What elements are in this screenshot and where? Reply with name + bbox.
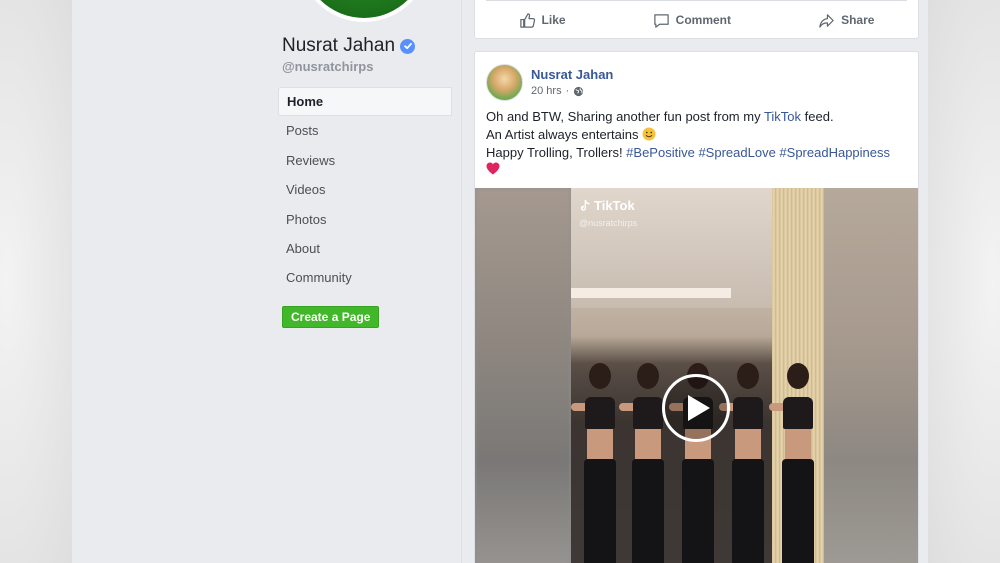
- page-name-text[interactable]: Nusrat Jahan: [282, 35, 395, 57]
- like-icon: [519, 12, 535, 28]
- comment-label: Comment: [675, 13, 731, 27]
- heart-emoji-icon: [486, 162, 500, 175]
- post-line-4: [486, 162, 911, 180]
- create-page-button[interactable]: Create a Page: [282, 306, 380, 328]
- post-video[interactable]: TikTok @nusratchirps: [475, 188, 918, 563]
- verified-badge-icon: [400, 38, 416, 54]
- nav-item-videos[interactable]: Videos: [278, 175, 452, 204]
- post-line-1: Oh and BTW, Sharing another fun post fro…: [486, 108, 911, 126]
- post-line-2-text: An Artist always entertains: [486, 127, 643, 142]
- page-nav: Home Posts Reviews Videos Photos About C…: [278, 87, 452, 293]
- hashtag-spreadlove[interactable]: #SpreadLove: [698, 145, 775, 160]
- dancer-figure: [571, 363, 623, 563]
- post-line-3-text: Happy Trolling, Trollers!: [486, 145, 627, 160]
- tiktok-handle: @nusratchirps: [579, 218, 638, 228]
- nav-item-posts[interactable]: Posts: [278, 116, 452, 145]
- page-background-right: [928, 0, 1000, 563]
- column-divider: [461, 0, 462, 563]
- previous-post-card: Like Comment Share: [474, 0, 919, 39]
- post-action-bar: Like Comment Share: [475, 5, 918, 35]
- video-blur-right: [824, 188, 918, 563]
- post-line-1-start: Oh and BTW, Sharing another fun post fro…: [486, 109, 764, 124]
- dancer-figure: [769, 363, 821, 563]
- post-timestamp[interactable]: 20 hrs: [531, 85, 562, 97]
- action-bar-separator: [486, 0, 907, 1]
- nav-item-photos[interactable]: Photos: [278, 205, 452, 234]
- share-icon: [819, 13, 834, 28]
- author-avatar[interactable]: [486, 64, 523, 101]
- globe-icon[interactable]: [573, 86, 584, 97]
- share-label: Share: [841, 13, 875, 27]
- hashtag-spreadhappiness[interactable]: #SpreadHappiness: [779, 145, 890, 160]
- post-line-1-end: feed.: [801, 109, 834, 124]
- hashtag-bepositive[interactable]: #BePositive: [626, 145, 695, 160]
- dancer-figure: [619, 363, 671, 563]
- post-line-3: Happy Trolling, Trollers! #BePositive #S…: [486, 144, 911, 162]
- video-ceiling-light: [571, 288, 731, 298]
- tiktok-note-icon: [580, 199, 590, 211]
- post-body-text: Oh and BTW, Sharing another fun post fro…: [486, 108, 911, 180]
- page-background-left: [0, 0, 72, 563]
- like-button[interactable]: Like: [519, 12, 566, 29]
- comment-icon: [653, 13, 669, 28]
- share-button[interactable]: Share: [818, 12, 874, 29]
- post-line-2: An Artist always entertains: [486, 126, 911, 144]
- nav-item-reviews[interactable]: Reviews: [278, 146, 452, 175]
- post-author-name[interactable]: Nusrat Jahan: [531, 67, 613, 82]
- page-handle[interactable]: @nusratchirps: [282, 59, 373, 74]
- page-title[interactable]: Nusrat Jahan: [282, 35, 416, 57]
- tiktok-brand-text: TikTok: [594, 198, 635, 213]
- post-card: Nusrat Jahan 20 hrs · Oh and BTW, Sharin…: [474, 51, 919, 563]
- play-icon: [687, 395, 710, 421]
- comment-button[interactable]: Comment: [653, 12, 731, 29]
- tiktok-watermark: TikTok: [579, 198, 635, 213]
- like-label: Like: [541, 13, 566, 27]
- nav-item-home[interactable]: Home: [278, 87, 452, 117]
- nav-item-community[interactable]: Community: [278, 263, 452, 292]
- tiktok-link[interactable]: TikTok: [764, 109, 801, 124]
- video-blur-left: [475, 188, 571, 563]
- smile-emoji-icon: [642, 127, 656, 141]
- nav-item-about[interactable]: About: [278, 234, 452, 263]
- dancer-figure: [719, 363, 771, 563]
- post-meta: 20 hrs ·: [531, 85, 584, 97]
- meta-separator: ·: [565, 85, 570, 97]
- play-button[interactable]: [662, 374, 730, 442]
